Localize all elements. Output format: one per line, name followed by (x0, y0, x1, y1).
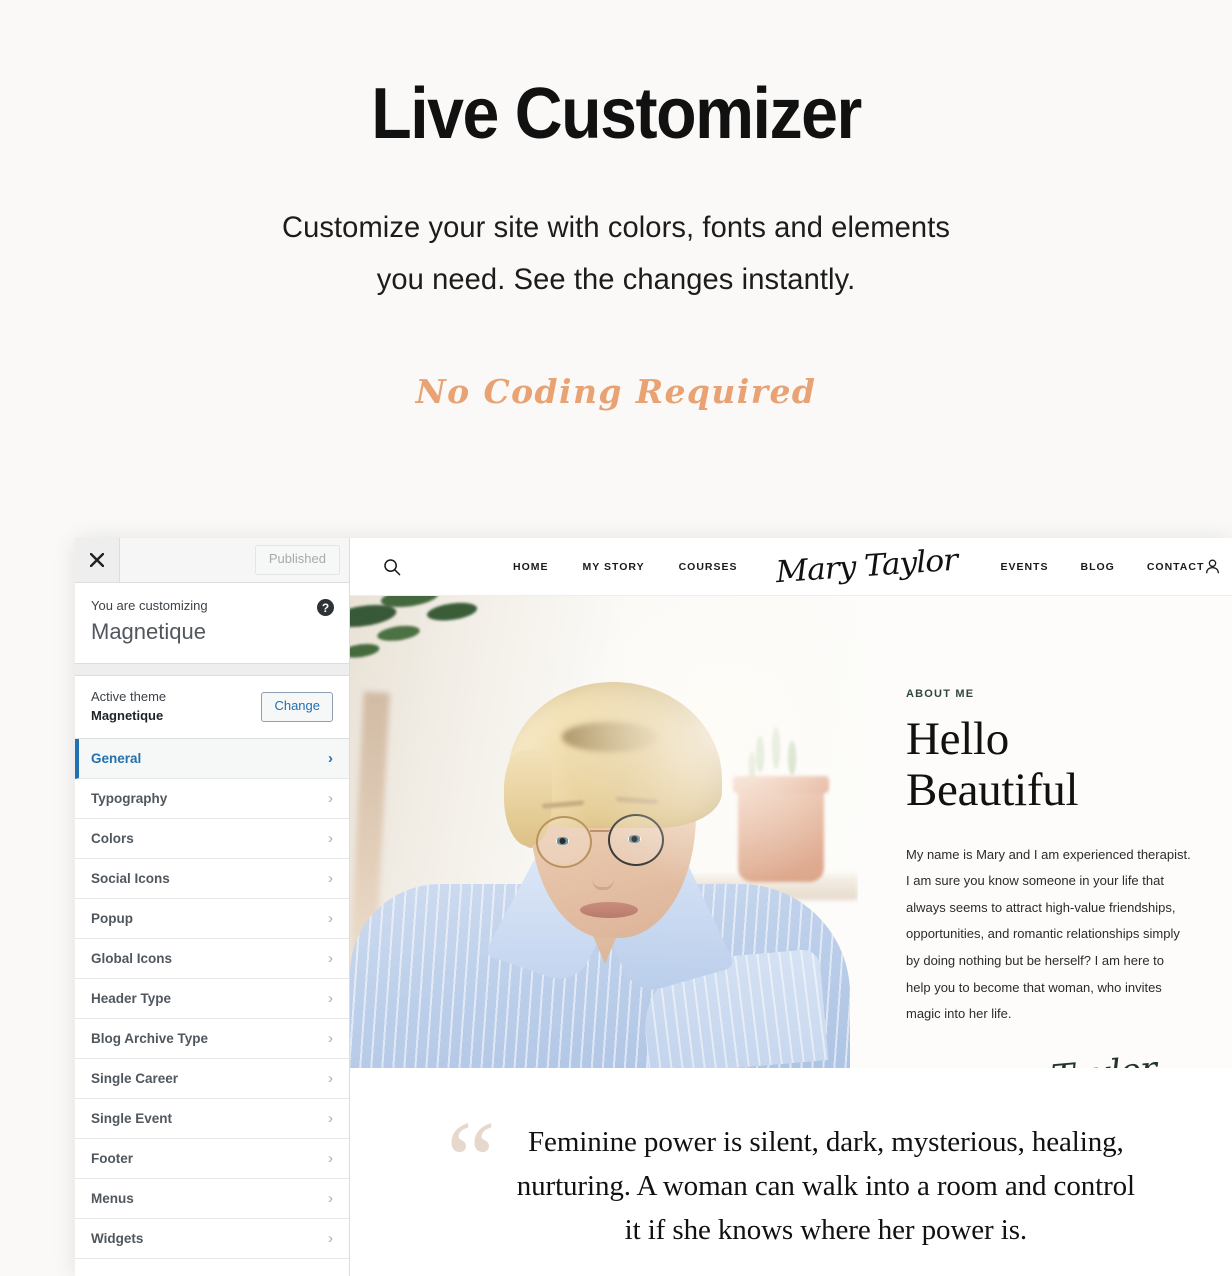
promo-accent-text: No Coding Required (415, 372, 817, 412)
user-icon[interactable] (1204, 558, 1221, 575)
site-preview: HOME MY STORY COURSES Mary Taylor EVENTS… (350, 538, 1232, 1276)
nav-link-my-story[interactable]: MY STORY (583, 561, 645, 573)
page-title: Live Customizer (371, 74, 862, 154)
sidebar-item-single-event[interactable]: Single Event › (75, 1099, 349, 1140)
chevron-right-icon: › (328, 830, 333, 848)
sidebar-item-label: Global Icons (91, 951, 173, 967)
sidebar-item-colors[interactable]: Colors › (75, 819, 349, 860)
sidebar-item-single-career[interactable]: Single Career › (75, 1059, 349, 1100)
sidebar-item-label: Social Icons (91, 871, 170, 887)
active-theme-name: Magnetique (91, 707, 164, 723)
customizer-sidebar: Published You are customizing Magnetique… (75, 538, 350, 1276)
chevron-right-icon: › (328, 1190, 333, 1208)
sidebar-item-label: Blog Archive Type (91, 1031, 209, 1047)
promo-section: Live Customizer Customize your site with… (0, 0, 1232, 411)
chevron-right-icon: › (328, 1030, 333, 1048)
sidebar-item-label: Single Career (91, 1071, 179, 1087)
close-button[interactable] (75, 538, 120, 582)
customizing-theme-title: Magnetique (91, 619, 206, 645)
sidebar-item-footer[interactable]: Footer › (75, 1139, 349, 1180)
eyeglass-bridge (590, 830, 610, 833)
sidebar-item-label: General (91, 751, 142, 767)
publish-button[interactable]: Published (254, 545, 340, 575)
nose (592, 860, 614, 890)
customizer-nav: General › Typography › Colors › Social I… (75, 739, 349, 1276)
chevron-right-icon: › (328, 1150, 333, 1168)
customizing-info: You are customizing Magnetique ? (75, 583, 349, 664)
about-kicker: ABOUT ME (906, 688, 975, 700)
topbar-spacer (120, 538, 255, 582)
nav-link-home[interactable]: HOME (513, 561, 549, 573)
promo-subtitle-line1: Customize your site with colors, fonts a… (281, 211, 951, 244)
about-title: Hello Beautiful (906, 713, 1079, 816)
site-header: HOME MY STORY COURSES Mary Taylor EVENTS… (350, 538, 1232, 596)
sidebar-item-label: Single Event (91, 1111, 173, 1127)
lips (580, 902, 638, 918)
sidebar-item-blog-archive-type[interactable]: Blog Archive Type › (75, 1019, 349, 1060)
nav-link-courses[interactable]: COURSES (679, 561, 738, 573)
sidebar-gap (75, 663, 349, 675)
chevron-right-icon: › (328, 950, 333, 968)
about-body: My name is Mary and I am experienced the… (906, 846, 1191, 1022)
site-logo[interactable]: Mary Taylor (774, 543, 958, 591)
active-theme-text: Active theme Magnetique (91, 688, 166, 726)
sidebar-item-label: Typography (91, 791, 168, 807)
sidebar-item-label: Menus (91, 1191, 134, 1207)
customizer-window: Published You are customizing Magnetique… (75, 538, 1232, 1276)
nav-link-blog[interactable]: BLOG (1080, 561, 1114, 573)
nav-link-events[interactable]: EVENTS (1000, 561, 1048, 573)
change-theme-button[interactable]: Change (261, 691, 333, 722)
hair-shadow (562, 722, 658, 752)
promo-subtitle-line2: you need. See the changes instantly. (376, 263, 856, 297)
chevron-right-icon: › (328, 1110, 333, 1128)
sidebar-item-widgets[interactable]: Widgets › (75, 1219, 349, 1260)
customizing-label: You are customizing (91, 598, 208, 613)
quote-text: Feminine power is silent, dark, mysterio… (516, 1126, 1135, 1247)
about-section: ABOUT ME Hello Beautiful My name is Mary… (350, 596, 1232, 1107)
eye-right (628, 835, 641, 843)
sidebar-item-header-type[interactable]: Header Type › (75, 979, 349, 1020)
nav-link-contact[interactable]: CONTACT (1147, 561, 1205, 573)
active-theme-row: Active theme Magnetique Change (75, 674, 349, 740)
chevron-right-icon: › (328, 1070, 333, 1088)
sidebar-item-global-icons[interactable]: Global Icons › (75, 939, 349, 980)
sidebar-item-typography[interactable]: Typography › (75, 779, 349, 820)
chevron-right-icon: › (328, 750, 333, 768)
sidebar-item-popup[interactable]: Popup › (75, 899, 349, 940)
search-icon[interactable] (383, 558, 401, 576)
active-theme-label: Active theme (91, 688, 167, 704)
sidebar-item-label: Colors (91, 831, 134, 847)
help-icon[interactable]: ? (317, 599, 334, 616)
chevron-right-icon: › (328, 990, 333, 1008)
about-text-column: ABOUT ME Hello Beautiful My name is Mary… (858, 596, 1232, 1107)
portrait-photo (350, 596, 858, 1068)
chevron-right-icon: › (328, 910, 333, 928)
chevron-right-icon: › (328, 1230, 333, 1248)
quotation-mark-icon: “ (446, 1099, 496, 1223)
primary-nav-right: EVENTS BLOG CONTACT (1000, 561, 1204, 573)
chevron-right-icon: › (328, 790, 333, 808)
close-icon (90, 553, 104, 567)
eye-left (556, 837, 569, 845)
chevron-right-icon: › (328, 870, 333, 888)
quote-section: “ Feminine power is silent, dark, myster… (350, 1068, 1232, 1276)
person-figure (350, 664, 850, 1068)
customizer-topbar: Published (75, 538, 349, 583)
sidebar-item-label: Popup (91, 911, 133, 927)
sidebar-item-label: Footer (91, 1151, 133, 1167)
sidebar-item-label: Widgets (91, 1231, 144, 1247)
sidebar-item-label: Header Type (91, 991, 172, 1007)
promo-subtitle: Customize your site with colors, fonts a… (18, 202, 1213, 306)
primary-nav-left: HOME MY STORY COURSES (513, 561, 738, 573)
sidebar-item-general[interactable]: General › (75, 739, 349, 780)
header-icons (1204, 558, 1232, 575)
sidebar-item-menus[interactable]: Menus › (75, 1179, 349, 1220)
sidebar-item-social-icons[interactable]: Social Icons › (75, 859, 349, 900)
